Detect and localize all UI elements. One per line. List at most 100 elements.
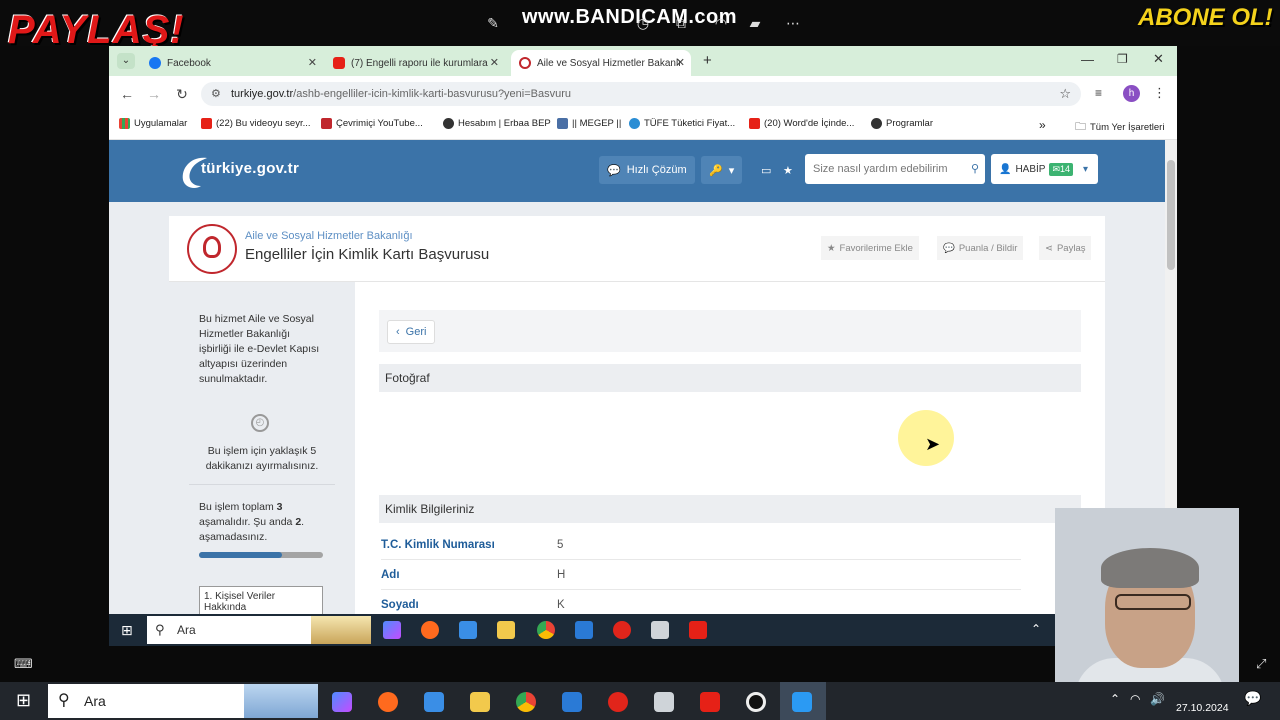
ministry-name[interactable]: Aile ve Sosyal Hizmetler Bakanlığı <box>245 230 413 242</box>
copilot-icon[interactable] <box>383 621 401 639</box>
file-explorer-icon[interactable] <box>470 692 490 712</box>
star-icon: ★ <box>827 242 836 254</box>
bookmark-item[interactable]: Uygulamalar <box>119 118 187 129</box>
close-tab-icon[interactable]: ✕ <box>308 56 317 69</box>
bookmark-item[interactable]: (20) Word'de İçinde... <box>749 118 854 129</box>
progress-fill <box>199 552 283 558</box>
windows-start-icon[interactable]: ⊞ <box>121 622 133 639</box>
folder-icon[interactable]: ▰ <box>746 14 764 32</box>
chevron-up-icon[interactable]: ⌃ <box>1110 692 1120 706</box>
printer-icon[interactable] <box>651 621 669 639</box>
expand-icon[interactable]: ⤢ <box>1256 656 1266 672</box>
wifi-icon[interactable]: ◠ <box>1130 692 1140 706</box>
pen-icon[interactable]: ✎ <box>484 14 502 32</box>
mail-icon[interactable] <box>562 692 582 712</box>
back-button[interactable]: ‹ Geri <box>387 320 436 344</box>
tab-edevlet[interactable]: Aile ve Sosyal Hizmetler Bakanlı ✕ <box>511 50 691 76</box>
close-window-icon[interactable]: ✕ <box>1153 51 1164 67</box>
remote-desktop-icon[interactable] <box>792 692 812 712</box>
info-sidebar: Bu hizmet Aile ve Sosyal Hizmetler Bakan… <box>169 282 355 614</box>
bookmark-item[interactable]: || MEGEP || <box>557 118 621 129</box>
add-favorites-button[interactable]: ★ Favorilerime Ekle <box>821 236 919 260</box>
bookmark-item[interactable]: Hesabım | Erbaa BEP <box>443 118 551 129</box>
tab-search-chevron-icon[interactable]: ⌄ <box>117 53 135 69</box>
browser-toolbar: ← → ↻ ⚙ turkiye.gov.tr/ashb-engelliler-i… <box>109 76 1177 112</box>
quick-solution-button[interactable]: 💬 Hızlı Çözüm <box>599 156 695 184</box>
copilot-icon[interactable] <box>332 692 352 712</box>
id-card-icon: ▭ <box>761 164 772 177</box>
scroll-thumb[interactable] <box>1167 160 1175 270</box>
globe-icon <box>443 118 454 129</box>
all-bookmarks[interactable]: 🗀 Tüm Yer İşaretleri <box>1075 118 1164 137</box>
site-settings-icon[interactable]: ⚙ <box>211 82 221 106</box>
rate-button[interactable]: 💬 Puanla / Bildir <box>937 236 1024 260</box>
restore-icon[interactable]: ❐ <box>1117 52 1128 66</box>
share-button[interactable]: ⋖ Paylaş <box>1039 236 1092 260</box>
key-icon: 🔑 <box>709 164 723 177</box>
address-bar[interactable]: ⚙ turkiye.gov.tr/ashb-engelliler-icin-ki… <box>201 82 1081 106</box>
accessibility-button[interactable]: 🔑 ▾ <box>701 156 743 184</box>
opera-icon[interactable] <box>608 692 628 712</box>
draw-icon[interactable]: ◠ <box>712 14 730 32</box>
user-menu-button[interactable]: 👤 HABİP ✉14 ▾ <box>991 154 1098 184</box>
youtube-icon[interactable] <box>700 692 720 712</box>
opera-icon[interactable] <box>613 621 631 639</box>
web-page: türkiye.gov.tr 💬 Hızlı Çözüm 🔑 ▾ ▭ ★ Size … <box>109 140 1165 614</box>
apps-grid-icon <box>119 118 130 129</box>
crop-icon[interactable]: ⧉ <box>672 14 690 32</box>
bandicam-record-icon[interactable] <box>746 692 766 712</box>
minimize-icon[interactable]: — <box>1081 52 1094 67</box>
info-row: Adı H <box>381 562 1021 590</box>
timer-icon[interactable]: ◷ <box>634 14 652 32</box>
recorded-taskbar: ⊞ ⚲ Ara ⌃ <box>109 614 1055 646</box>
mail-icon[interactable] <box>575 621 593 639</box>
bookmark-item[interactable]: Programlar <box>871 118 933 129</box>
tab-label: (7) Engelli raporu ile kurumlara <box>351 57 488 69</box>
chevron-up-icon[interactable]: ⌃ <box>1031 622 1041 636</box>
back-arrow-icon[interactable]: ← <box>119 86 135 102</box>
favorites-button[interactable]: ★ <box>775 156 801 184</box>
taskbar-date[interactable]: 27.10.2024 <box>1176 702 1229 714</box>
profile-avatar[interactable]: h <box>1123 85 1140 102</box>
back-bar: ‹ Geri <box>379 310 1081 352</box>
file-explorer-icon[interactable] <box>497 621 515 639</box>
subscribe-banner: ABONE OL! <box>1138 4 1273 31</box>
site-logo[interactable]: türkiye.gov.tr <box>201 160 299 177</box>
provider-note: Bu hizmet Aile ve Sosyal Hizmetler Bakan… <box>199 313 320 385</box>
browser-menu-icon[interactable]: ⋮ <box>1153 85 1166 101</box>
firefox-icon[interactable] <box>421 621 439 639</box>
bookmark-item[interactable]: Çevrimiçi YouTube... <box>321 118 423 129</box>
comment-icon: 💬 <box>943 242 955 254</box>
media-controls-icon[interactable]: ≡ <box>1095 86 1102 100</box>
chrome-icon[interactable] <box>537 621 555 639</box>
close-tab-icon[interactable]: ✕ <box>676 56 685 69</box>
keyboard-icon[interactable]: ⌨ <box>14 656 33 672</box>
more-icon[interactable]: ⋯ <box>784 14 802 32</box>
new-tab-button[interactable]: + <box>703 52 712 69</box>
windows-start-icon[interactable]: ⊞ <box>16 690 31 711</box>
mail-badge[interactable]: ✉14 <box>1049 162 1074 176</box>
bookmarks-overflow[interactable]: » <box>1039 118 1046 132</box>
chrome-icon[interactable] <box>516 692 536 712</box>
close-tab-icon[interactable]: ✕ <box>490 56 499 69</box>
notifications-icon[interactable]: 💬 <box>1244 690 1261 707</box>
facebook-icon <box>149 57 161 69</box>
printer-icon[interactable] <box>654 692 674 712</box>
bookmark-star-icon[interactable]: ☆ <box>1059 82 1071 106</box>
bookmark-favicon <box>557 118 568 129</box>
speaker-icon[interactable]: 🔊 <box>1150 692 1165 706</box>
site-search-input[interactable]: Size nasıl yardım edebilirim ⚲ <box>805 154 985 184</box>
search-icon[interactable]: ⚲ <box>971 154 979 184</box>
firefox-icon[interactable] <box>378 692 398 712</box>
step-item[interactable]: 1. Kişisel Veriler Hakkında <box>199 586 323 614</box>
store-icon[interactable] <box>424 692 444 712</box>
forward-arrow-icon[interactable]: → <box>146 86 162 102</box>
bookmark-item[interactable]: TÜFE Tüketici Fiyat... <box>629 118 735 129</box>
reload-icon[interactable]: ↻ <box>174 86 190 102</box>
ministry-emblem-icon <box>187 224 237 274</box>
tab-facebook[interactable]: Facebook ✕ <box>141 50 323 76</box>
tab-youtube[interactable]: (7) Engelli raporu ile kurumlara ✕ <box>325 50 505 76</box>
bookmark-item[interactable]: (22) Bu videoyu seyr... <box>201 118 311 129</box>
store-icon[interactable] <box>459 621 477 639</box>
youtube-icon[interactable] <box>689 621 707 639</box>
